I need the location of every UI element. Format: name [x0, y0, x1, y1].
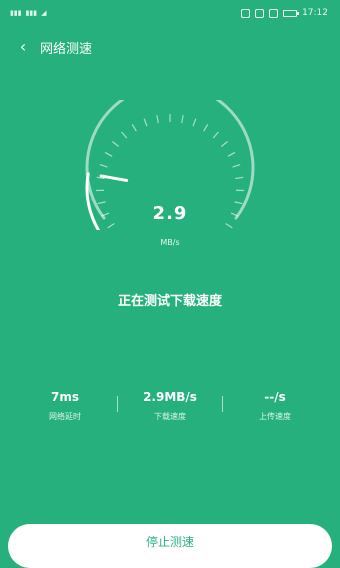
gauge-tick: [100, 165, 108, 168]
latency-value: 7ms: [20, 390, 110, 404]
gauge-needle: [101, 176, 127, 180]
header: ‹ 网络测速: [0, 34, 340, 60]
status-right: 17:12: [241, 8, 328, 18]
gauge-tick: [105, 152, 112, 156]
gauge-tick: [193, 119, 196, 126]
battery-icon: [283, 10, 297, 17]
stop-test-button[interactable]: 停止测速: [8, 524, 332, 568]
alarm-icon: [241, 9, 250, 18]
gauge-tick: [235, 177, 243, 178]
status-bar: ▮▮▮ ▮▮▮ ◢ 17:12: [0, 0, 340, 26]
gauge-tick: [182, 115, 183, 123]
nfc-icon: [255, 9, 264, 18]
gauge-tick: [112, 142, 118, 147]
signal-icon: ◢: [41, 9, 46, 17]
back-button[interactable]: ‹: [12, 36, 34, 58]
latency-label: 网络延时: [20, 411, 110, 422]
status-left: ▮▮▮ ▮▮▮ ◢: [10, 9, 47, 17]
signal-icon: ▮▮▮: [10, 9, 22, 17]
gauge-tick: [108, 224, 115, 228]
gauge-tick: [226, 224, 233, 228]
signal-icon: ▮▮▮: [26, 9, 38, 17]
gauge-tick: [144, 119, 147, 126]
stat-divider: [222, 396, 223, 412]
gauge-tick: [157, 115, 158, 123]
download-stat: 2.9MB/s 下载速度: [125, 390, 215, 422]
status-time: 17:12: [302, 8, 328, 18]
download-value: 2.9MB/s: [125, 390, 215, 404]
gauge-tick: [213, 132, 218, 138]
speed-stats: 7ms 网络延时 2.9MB/s 下载速度 --/s 上传速度: [0, 390, 340, 430]
upload-stat: --/s 上传速度: [230, 390, 320, 422]
page-title: 网络测速: [40, 38, 92, 57]
gauge-tick: [132, 124, 136, 131]
gauge-tick: [233, 165, 241, 168]
upload-label: 上传速度: [230, 411, 320, 422]
speed-value: 2.9: [0, 203, 340, 224]
download-label: 下载速度: [125, 411, 215, 422]
upload-value: --/s: [230, 390, 320, 404]
gauge-tick: [228, 152, 235, 156]
gauge-tick: [122, 132, 127, 138]
speed-unit: MB/s: [0, 238, 340, 247]
gauge-tick: [221, 142, 227, 147]
vibrate-icon: [269, 9, 278, 18]
latency-stat: 7ms 网络延时: [20, 390, 110, 422]
stat-divider: [117, 396, 118, 412]
test-status-text: 正在测试下载速度: [0, 290, 340, 309]
gauge-tick: [204, 124, 208, 131]
back-icon: ‹: [20, 39, 26, 55]
